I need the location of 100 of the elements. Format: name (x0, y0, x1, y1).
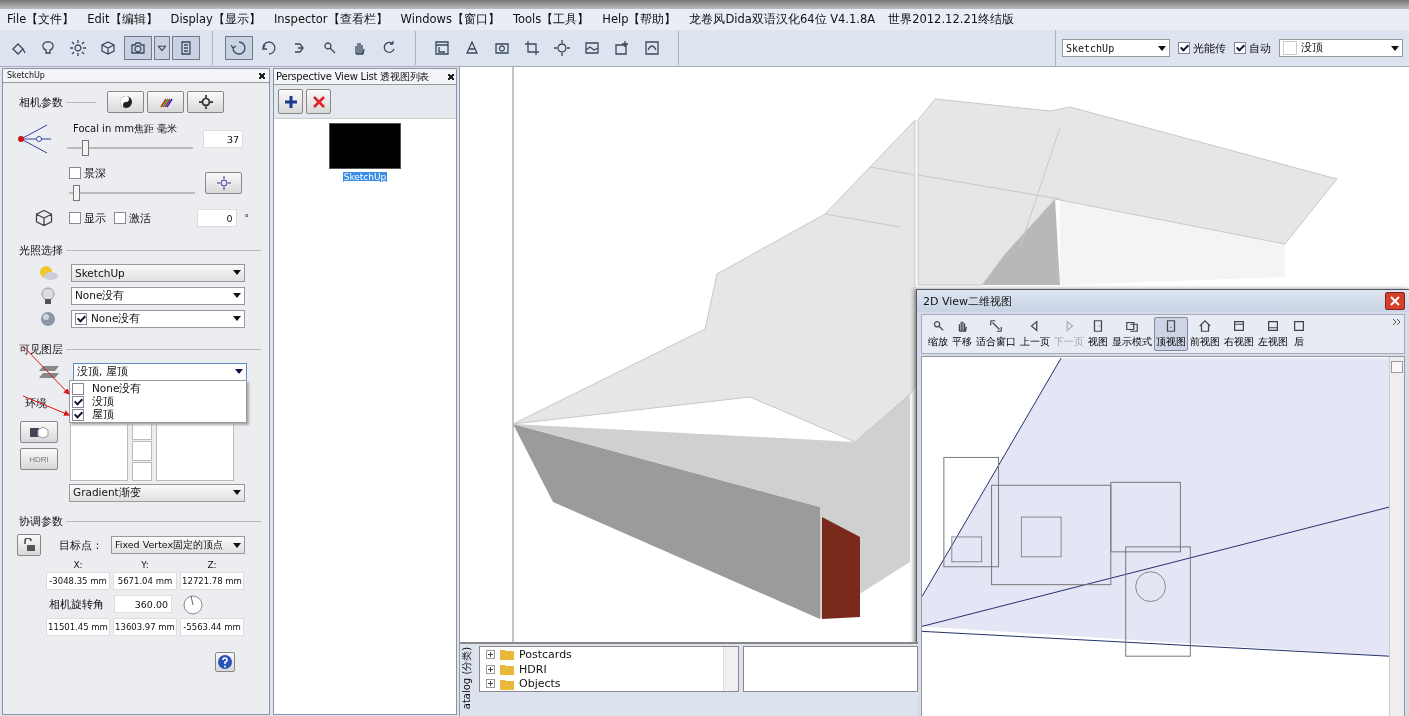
help-button[interactable] (215, 652, 235, 672)
renderer-dropdown[interactable]: SketchUp (1062, 39, 1170, 57)
angle-input[interactable]: 0 (196, 209, 237, 227)
close-icon[interactable] (448, 73, 454, 80)
color-swatch[interactable] (132, 421, 152, 441)
menu-item[interactable]: 龙卷风Dida双语汉化64位 V4.1.8A (689, 12, 876, 27)
cube-icon (33, 208, 55, 228)
coordinate-input[interactable]: 5671.04 mm (113, 572, 177, 590)
environment-button[interactable] (20, 421, 58, 443)
menu-item[interactable]: Tools【工具】 (512, 12, 590, 27)
radiosity-checkbox[interactable]: 光能传 (1178, 40, 1226, 56)
layers-dropdown[interactable]: 没顶, 屋顶 (73, 362, 247, 381)
scrollbar[interactable] (723, 647, 738, 691)
add-image-icon (614, 40, 630, 56)
view-tool[interactable]: 视图 (1086, 317, 1110, 351)
coordinate-input[interactable]: 13603.97 mm (113, 618, 177, 636)
back-tool[interactable]: 后 (1290, 317, 1308, 351)
background-dropdown[interactable]: Gradient渐变 (69, 483, 245, 502)
orbit-button[interactable] (225, 36, 253, 60)
focal-length-label: Focal in mm焦距 毫米 (72, 122, 179, 136)
target-dropdown[interactable]: Fixed Vertex固定的顶点 (111, 536, 245, 554)
coordinate-input[interactable]: -5563.44 mm (180, 618, 244, 636)
menu-item[interactable]: Inspector【查看栏】 (273, 12, 388, 27)
frame-icon (434, 40, 450, 56)
sky-dropdown[interactable]: SketchUp (71, 263, 245, 282)
coordinate-input[interactable]: 12721.78 mm (180, 572, 244, 590)
fit-tool[interactable]: 适合窗口 (974, 317, 1018, 351)
color-swatch[interactable] (132, 441, 152, 461)
rotation-input[interactable]: 360.00 (114, 595, 172, 613)
left-icon (1266, 319, 1280, 333)
folder-name[interactable]: Postcards (519, 647, 572, 661)
menu-item[interactable]: File【文件】 (7, 12, 75, 27)
catalog-tab[interactable]: atalog (分类) (460, 642, 474, 714)
front-tool[interactable]: 前视图 (1188, 317, 1222, 351)
activate-checkbox[interactable]: 激活 (114, 210, 151, 226)
menu-item[interactable]: Display【显示】 (170, 12, 261, 27)
dof-checkbox[interactable]: 景深 (69, 165, 195, 181)
layer-option[interactable]: None没有 (72, 382, 244, 395)
gear-icon (554, 40, 570, 56)
settings-button[interactable] (187, 91, 224, 113)
expand-icon[interactable] (486, 649, 495, 659)
help-icon (217, 654, 233, 670)
view-thumbnail[interactable] (329, 123, 401, 169)
undo-icon (261, 40, 277, 56)
close-button[interactable] (1385, 292, 1405, 310)
right-icon (1232, 319, 1246, 333)
expand-icon[interactable] (486, 664, 495, 674)
target-button[interactable] (205, 172, 242, 194)
menu-item[interactable]: 世界2012.12.21终结版 (888, 12, 1015, 27)
delete-button[interactable] (306, 89, 331, 114)
light-checkbox[interactable] (75, 312, 87, 325)
folder-name[interactable]: Objects (519, 677, 561, 691)
slider-thumb[interactable] (72, 184, 80, 201)
coordinate-input[interactable]: 11501.45 mm (46, 618, 110, 636)
light-source-dropdown[interactable]: None没有 (71, 309, 245, 328)
color-lines-button[interactable] (147, 91, 184, 113)
coordinate-input[interactable]: -3048.35 mm (46, 572, 110, 590)
prev-tool[interactable]: 上一页 (1018, 317, 1052, 351)
scrollbar[interactable] (1389, 357, 1404, 716)
camera-button[interactable] (124, 36, 152, 60)
menu-item[interactable]: Windows【窗口】 (400, 12, 500, 27)
view-icon (1091, 319, 1105, 333)
right-tool[interactable]: 右视图 (1222, 317, 1256, 351)
menu-item[interactable]: Edit【编辑】 (87, 12, 158, 27)
folder-name[interactable]: HDRI (519, 662, 547, 676)
add-button[interactable] (278, 89, 303, 114)
show-checkbox[interactable]: 显示 (69, 210, 106, 226)
page-button[interactable] (172, 36, 200, 60)
auto-checkbox[interactable]: 自动 (1234, 40, 1271, 56)
lock-button[interactable] (17, 534, 41, 556)
focal-input[interactable]: 37 (203, 130, 243, 148)
top-tool[interactable]: 顶视图 (1154, 317, 1188, 351)
caret-button[interactable] (154, 36, 170, 60)
panel-title: Perspective View List 透视图列表 (276, 69, 430, 84)
color-swatch[interactable] (132, 461, 152, 481)
yin-yang-button[interactable] (107, 91, 144, 113)
rotation-dial-icon[interactable] (182, 593, 204, 615)
pan-tool[interactable]: 平移 (950, 317, 974, 351)
zoom-icon (931, 319, 945, 333)
section-title: 相机参数 (19, 94, 63, 110)
display-tool[interactable]: 显示模式 (1110, 317, 1154, 351)
close-icon[interactable] (259, 72, 265, 79)
layer-option[interactable]: 没顶 (72, 395, 244, 408)
color-swatch[interactable] (156, 421, 234, 481)
color-swatch[interactable] (70, 421, 128, 481)
layer-option[interactable]: 屋顶 (72, 408, 244, 421)
menu-item[interactable]: Help【帮助】 (602, 12, 677, 27)
logo-icon (644, 40, 660, 56)
cube-image-icon (28, 425, 50, 439)
light-dropdown[interactable]: None没有 (71, 286, 245, 305)
expand-icon[interactable] (486, 679, 495, 689)
zoom-tool[interactable]: 缩放 (926, 317, 950, 351)
hdri-button[interactable]: HDRI (20, 448, 58, 470)
slider-thumb[interactable] (82, 140, 90, 156)
zoom-icon (321, 40, 337, 56)
left-tool[interactable]: 左视图 (1256, 317, 1290, 351)
folder-icon (500, 663, 514, 675)
axis-label: Y: (140, 560, 150, 570)
more-icon[interactable] (1393, 318, 1401, 326)
layer-dropdown[interactable]: 没顶 (1279, 39, 1403, 57)
